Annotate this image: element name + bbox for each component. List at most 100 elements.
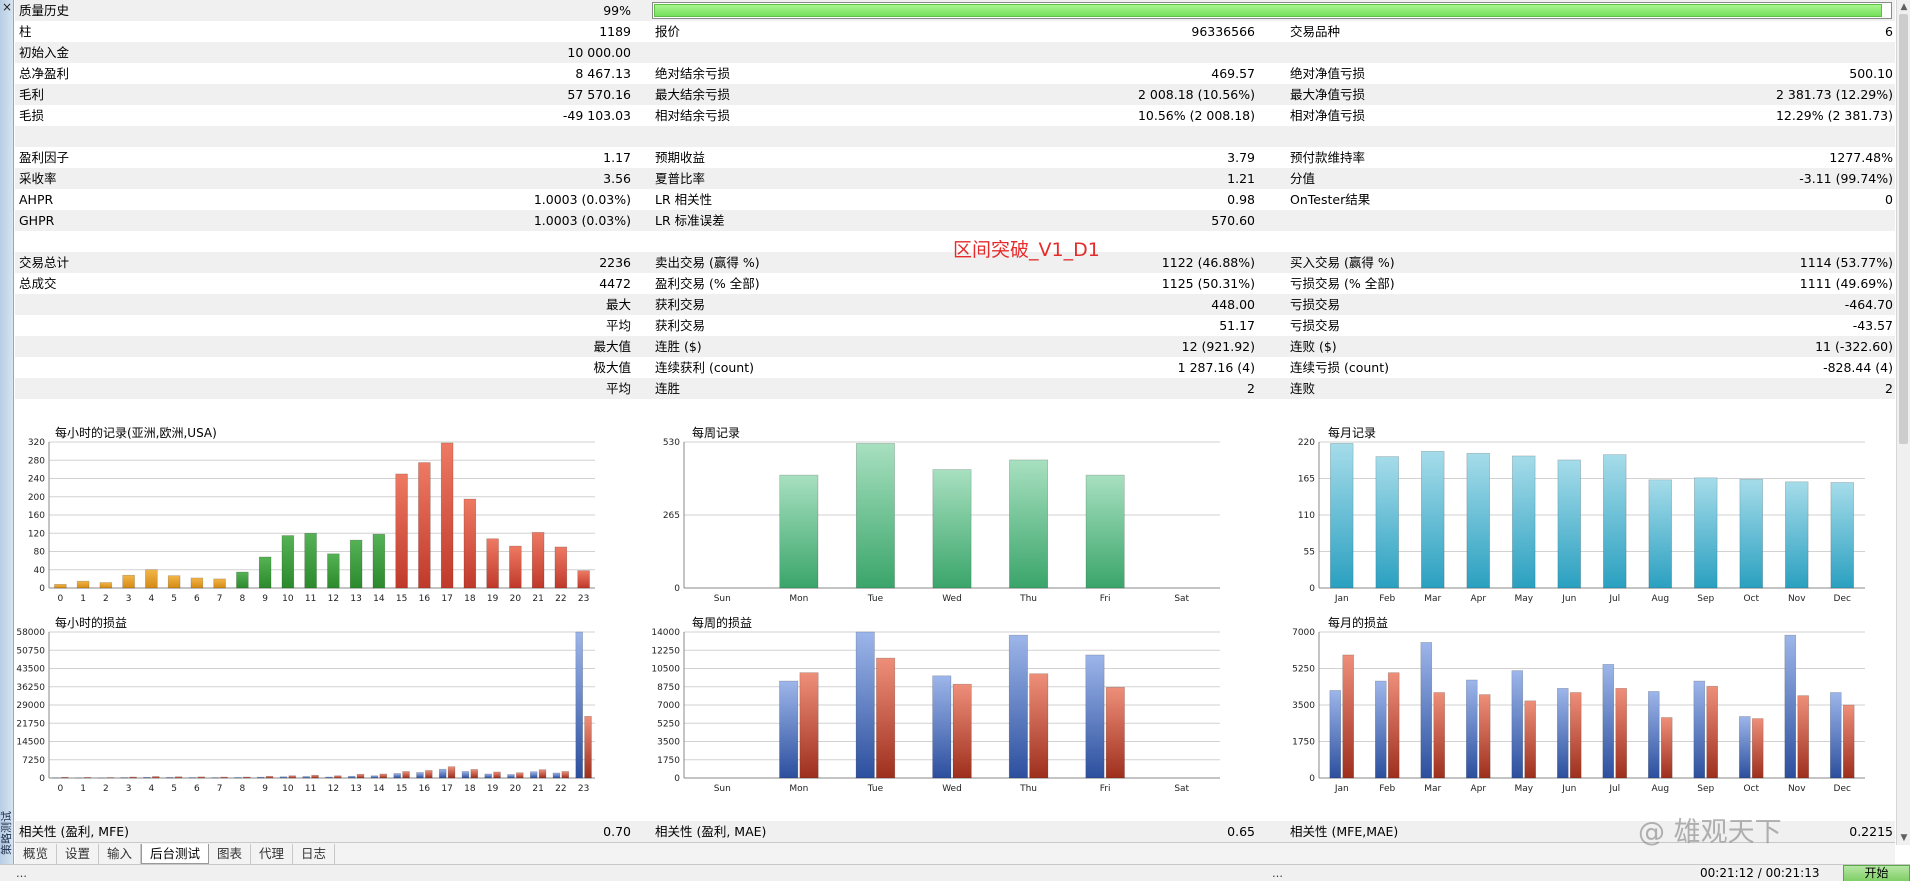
monthly-pl-chart: 每月的损益 0 1750 3500 5250 7000 Jan Feb Mar Apr May Ju… xyxy=(1275,612,1885,800)
x-tick-label: 5 xyxy=(171,594,177,604)
tab-2[interactable]: 输入 xyxy=(99,844,142,864)
y-tick-label: 80 xyxy=(34,548,46,558)
loss-bar xyxy=(799,672,819,779)
x-tick-label: 11 xyxy=(305,784,316,794)
vertical-scrollbar[interactable]: ▲ ▼ xyxy=(1896,0,1910,845)
x-tick-label: 8 xyxy=(240,594,246,604)
bar xyxy=(190,577,204,589)
tab-3[interactable]: 后台测试 xyxy=(141,844,210,864)
close-icon[interactable]: × xyxy=(0,0,14,14)
report-label-b: 获利交易 xyxy=(655,318,706,333)
report-label-c xyxy=(1290,231,1590,252)
x-tick-label: 10 xyxy=(282,784,294,794)
tab-4[interactable]: 图表 xyxy=(209,844,252,864)
quality-value: 99% xyxy=(603,3,631,18)
profit-bar xyxy=(347,775,356,779)
report-value-b: 0.98 xyxy=(1227,192,1255,207)
side-panel-label: 策略测试 xyxy=(0,811,13,855)
tab-5[interactable]: 代理 xyxy=(251,844,294,864)
profit-bar xyxy=(855,631,875,779)
loss-bar xyxy=(61,776,69,779)
report-label-c: 分值 xyxy=(1290,171,1316,186)
report-value-b: 2 xyxy=(1247,381,1255,396)
report-value-a: 极大值 xyxy=(593,360,631,375)
loss-bar xyxy=(129,776,137,779)
report-value-c: 12.29% (2 381.73) xyxy=(1775,108,1893,123)
x-tick-label: 4 xyxy=(149,594,155,604)
profit-bar xyxy=(529,771,538,779)
x-tick-label: Dec xyxy=(1834,594,1851,604)
report-label-c: 预付款维持率 xyxy=(1290,150,1366,165)
report-label-a xyxy=(19,399,269,420)
y-tick-label: 55 xyxy=(1304,548,1315,558)
report-value-a xyxy=(265,399,631,420)
report-label-a: 柱 xyxy=(19,24,32,39)
x-tick-label: 5 xyxy=(171,784,177,794)
bar xyxy=(1009,459,1049,589)
y-tick-label: 320 xyxy=(28,438,45,448)
loss-bar xyxy=(1706,685,1718,779)
x-tick-label: 2 xyxy=(103,594,109,604)
y-tick-label: 0 xyxy=(1309,584,1315,594)
report-row: 总净盈利 8 467.13 绝对结余亏损 469.57 绝对净值亏损 500.10 xyxy=(15,63,1895,84)
x-tick-label: 1 xyxy=(80,594,86,604)
report-value-a xyxy=(265,126,631,147)
loss-bar xyxy=(243,776,251,779)
loss-bar xyxy=(516,772,524,779)
profit-bar xyxy=(370,775,379,779)
profit-bar xyxy=(1511,670,1524,779)
y-tick-label: 21750 xyxy=(16,719,45,729)
loss-bar xyxy=(1524,700,1536,779)
backtest-report: 质量历史 99% 柱 1189 报价 96336566 交易品种 6 初始入金 10 000.… xyxy=(15,0,1895,420)
x-tick-label: 12 xyxy=(328,784,339,794)
loss-bar xyxy=(447,766,456,779)
bar xyxy=(304,532,317,589)
start-button[interactable]: 开始 xyxy=(1843,865,1910,881)
side-panel-strip[interactable]: × 策略测试 xyxy=(0,0,14,881)
x-tick-label: 22 xyxy=(555,594,566,604)
profit-bar xyxy=(507,774,515,779)
y-tick-label: 14500 xyxy=(16,738,45,748)
x-tick-label: Jan xyxy=(1334,594,1349,604)
x-tick-label: 22 xyxy=(555,784,566,794)
x-tick-label: 18 xyxy=(464,594,476,604)
chart-title: 每小时的记录(亚洲,欧洲,USA) xyxy=(55,426,217,440)
report-label-a xyxy=(19,357,269,378)
x-tick-label: Apr xyxy=(1470,594,1486,604)
x-tick-label: 23 xyxy=(578,594,589,604)
scroll-up-icon[interactable]: ▲ xyxy=(1897,0,1910,14)
loss-bar xyxy=(1615,688,1627,779)
report-value-a xyxy=(265,231,631,252)
x-tick-label: 6 xyxy=(194,784,200,794)
x-tick-label: 0 xyxy=(58,594,64,604)
loss-bar xyxy=(876,657,896,779)
correlation-row: 相关性 (盈利, MFE) 0.70 相关性 (盈利, MAE) 0.65 相关… xyxy=(15,821,1895,842)
report-label-c: 亏损交易 xyxy=(1290,318,1341,333)
tab-0[interactable]: 概览 xyxy=(15,844,58,864)
loss-bar xyxy=(584,716,592,779)
y-tick-label: 0 xyxy=(39,774,45,784)
scrollbar-thumb[interactable] xyxy=(1899,14,1908,444)
tab-6[interactable]: 日志 xyxy=(293,844,336,864)
x-tick-label: Nov xyxy=(1788,784,1806,794)
x-tick-label: 1 xyxy=(80,784,86,794)
report-label-a: 总成交 xyxy=(19,276,57,291)
x-tick-label: Sat xyxy=(1174,784,1189,794)
monthly-deals-chart: 每月记录 0 55 110 165 220 Jan Feb Mar Apr May Jun Jul Au… xyxy=(1275,422,1885,610)
report-label-a: 采收率 xyxy=(19,171,57,186)
monthly-pl-plot: 0 1750 3500 5250 7000 Jan Feb Mar Apr May Jun Jul Au… xyxy=(1292,628,1865,794)
scroll-down-icon[interactable]: ▼ xyxy=(1897,831,1910,845)
x-tick-label: 8 xyxy=(240,784,246,794)
hourly-pl-plot: 0725014500217502900036250435005075058000… xyxy=(16,628,595,794)
tester-tab-bar: 概览 设置 输入 后台测试 图表 代理 日志 xyxy=(15,842,1895,864)
x-tick-label: 17 xyxy=(441,784,452,794)
report-label-a: 总净盈利 xyxy=(19,66,70,81)
report-value-c xyxy=(1575,231,1893,252)
report-title: 区间突破_V1_D1 xyxy=(953,239,1100,261)
x-tick-label: 0 xyxy=(58,784,64,794)
chart-title: 每月的损益 xyxy=(1328,616,1389,630)
bar xyxy=(76,580,90,589)
report-label-b: LR 标准误差 xyxy=(655,213,725,228)
tab-1[interactable]: 设置 xyxy=(57,844,100,864)
report-value-b: 51.17 xyxy=(1219,318,1255,333)
